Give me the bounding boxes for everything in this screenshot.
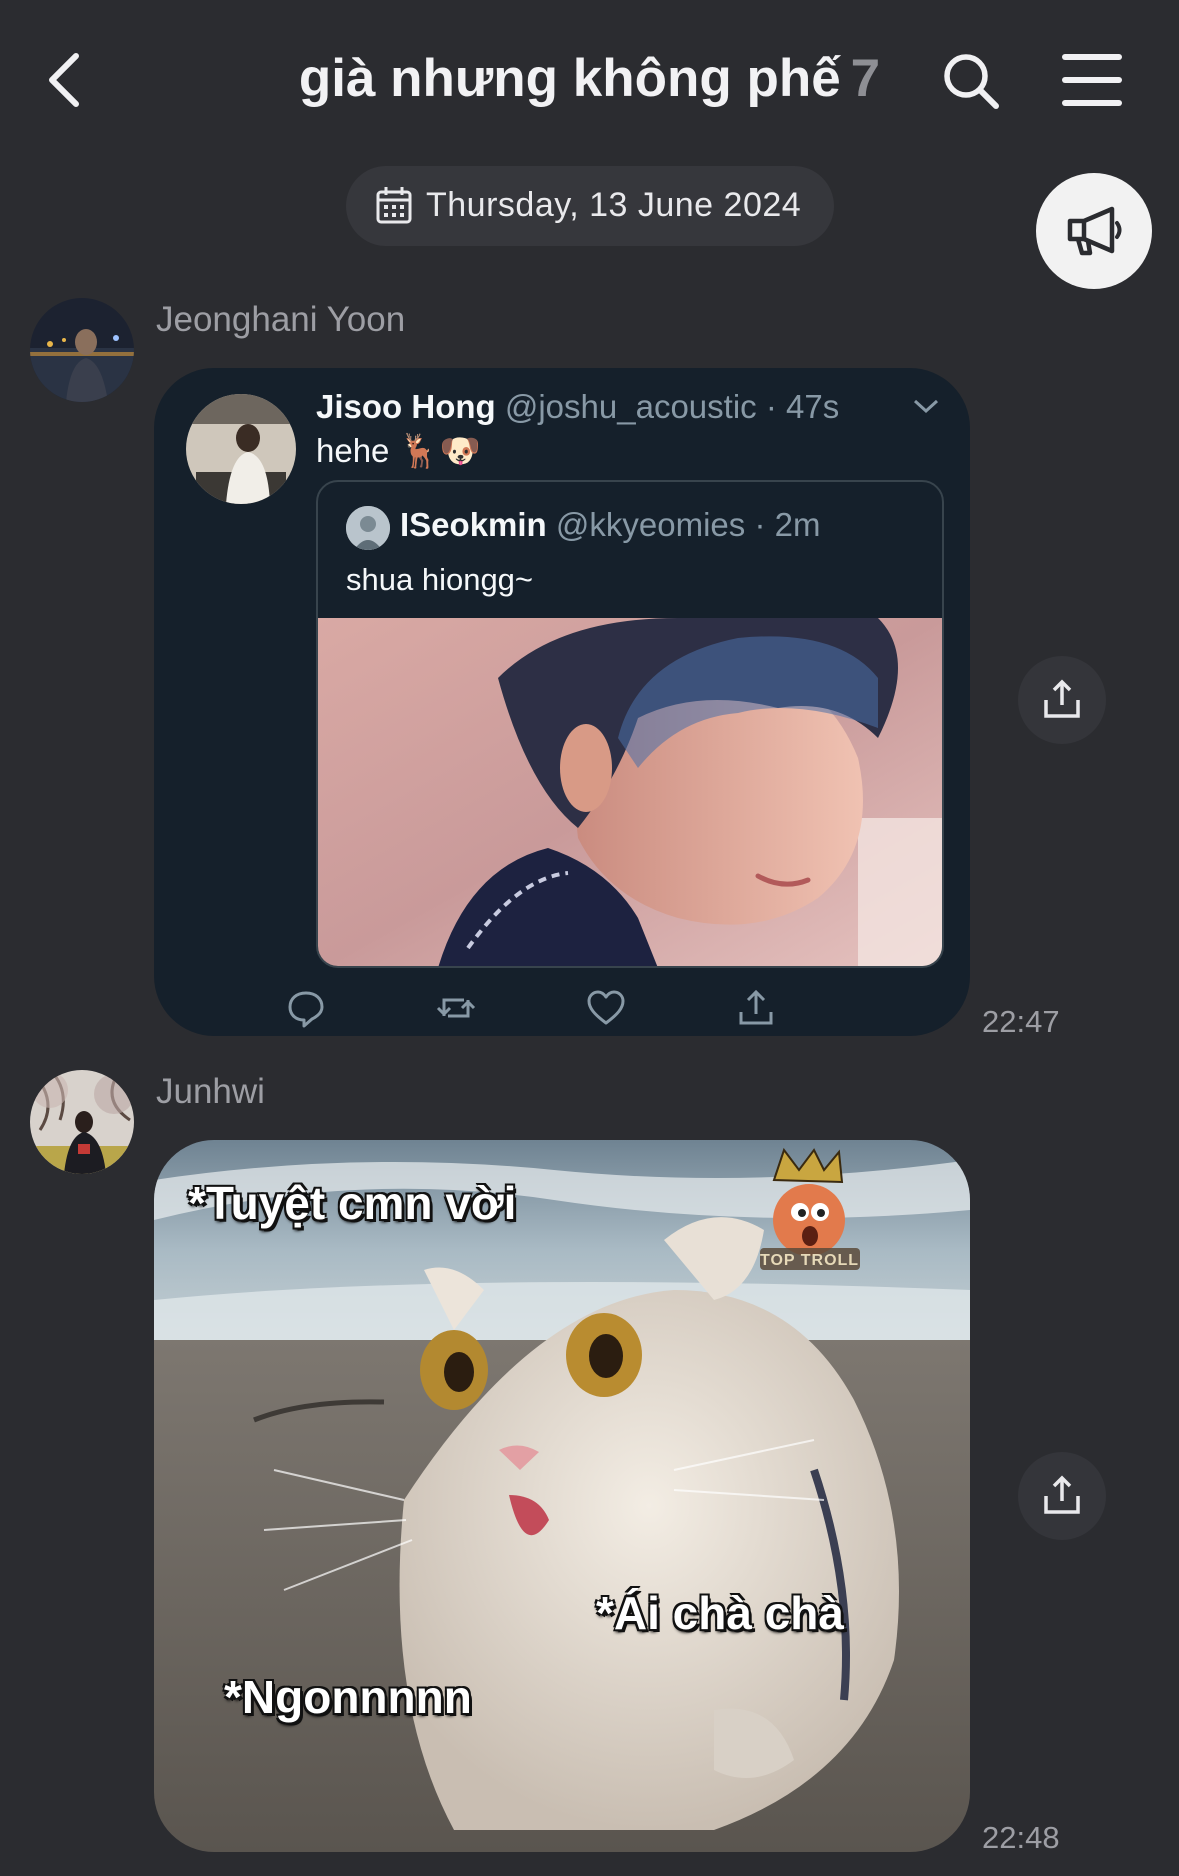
sender-name: Junhwi bbox=[156, 1072, 265, 1111]
message-time: 22:47 bbox=[982, 1004, 1060, 1039]
date-separator: Thursday, 13 June 2024 bbox=[346, 166, 834, 246]
chat-title: già nhưng không phế 7 bbox=[0, 48, 1179, 109]
tweet-avatar bbox=[186, 394, 296, 504]
quoted-photo[interactable] bbox=[318, 618, 942, 966]
avatar[interactable] bbox=[30, 1070, 134, 1174]
sender-name: Jeonghani Yoon bbox=[156, 300, 406, 339]
retweet-icon[interactable] bbox=[436, 988, 476, 1028]
member-count: 7 bbox=[850, 49, 881, 108]
watermark: TOP TROLL bbox=[760, 1252, 860, 1269]
meme-caption-top: *Tuyệt cmn vời bbox=[188, 1177, 517, 1229]
forward-button[interactable] bbox=[1018, 1452, 1106, 1540]
meme-image[interactable]: TOP TROLL *Tuyệt cmn vời *Ái chà chà *Ng… bbox=[154, 1140, 970, 1852]
tweet-age: 47s bbox=[785, 388, 840, 425]
quoted-text: shua hiongg~ bbox=[346, 562, 534, 597]
tweet-author-handle: @joshu_acoustic bbox=[504, 388, 757, 425]
meme-caption-bottom: *Ngonnnnn bbox=[224, 1671, 472, 1723]
calendar-icon bbox=[376, 187, 412, 224]
avatar-image bbox=[30, 1070, 134, 1174]
tweet-header: Jisoo Hong @joshu_acoustic · 47s bbox=[316, 388, 840, 425]
quoted-age: 2m bbox=[774, 506, 821, 543]
quoted-author-handle: @kkyeomies bbox=[555, 506, 746, 543]
megaphone-icon bbox=[1067, 206, 1122, 256]
meme-caption-mid: *Ái chà chà bbox=[596, 1587, 844, 1639]
tweet-card[interactable]: Jisoo Hong @joshu_acoustic · 47s hehe 🦌🐶… bbox=[154, 368, 970, 1036]
share-icon bbox=[1044, 1475, 1080, 1514]
date-label: Thursday, 13 June 2024 bbox=[426, 186, 802, 224]
search-icon[interactable] bbox=[942, 52, 1000, 110]
share-icon bbox=[1044, 679, 1080, 718]
chat-name: già nhưng không phế bbox=[298, 49, 841, 108]
tweet-author-name: Jisoo Hong bbox=[316, 388, 496, 425]
chevron-down-icon[interactable] bbox=[912, 396, 940, 416]
avatar-image bbox=[30, 298, 134, 402]
like-icon[interactable] bbox=[586, 988, 626, 1028]
avatar[interactable] bbox=[30, 298, 134, 402]
quoted-avatar bbox=[346, 506, 390, 550]
quoted-author-name: ISeokmin bbox=[400, 506, 547, 543]
menu-icon[interactable] bbox=[1062, 54, 1126, 106]
tweet-text: hehe 🦌🐶 bbox=[316, 432, 481, 469]
forward-button[interactable] bbox=[1018, 656, 1106, 744]
announcement-button[interactable] bbox=[1036, 173, 1152, 289]
reply-icon[interactable] bbox=[286, 988, 326, 1028]
quoted-header: ISeokmin @kkyeomies · 2m bbox=[400, 506, 821, 543]
message-time: 22:48 bbox=[982, 1820, 1060, 1855]
quoted-tweet[interactable]: ISeokmin @kkyeomies · 2m shua hiongg~ bbox=[316, 480, 944, 968]
share-icon[interactable] bbox=[736, 988, 776, 1028]
